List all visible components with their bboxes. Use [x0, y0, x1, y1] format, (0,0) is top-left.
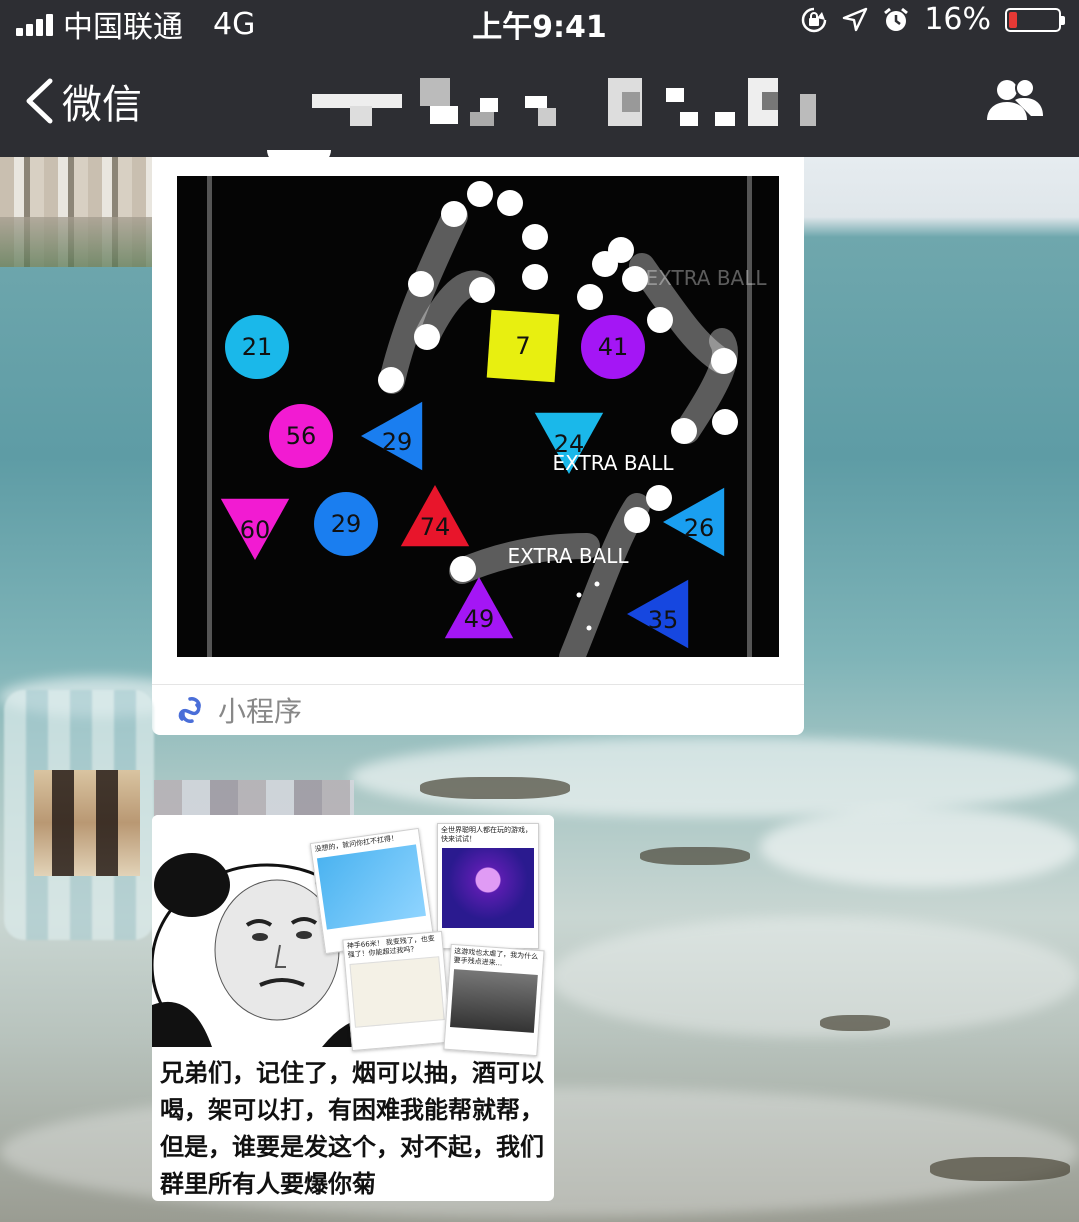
game-ball — [414, 324, 440, 350]
game-ball — [522, 264, 548, 290]
status-bar: 中国联通 4G 上午9:41 16% — [0, 0, 1079, 45]
game-ball — [378, 367, 404, 393]
alarm-icon — [884, 7, 909, 31]
back-label: 微信 — [62, 82, 142, 128]
game-ball — [712, 409, 738, 435]
mini-program-label: 小程序 — [218, 695, 303, 728]
back-button[interactable]: 微信 — [24, 72, 142, 130]
extra-ball-text: EXTRA BALL — [507, 544, 629, 568]
block-number: 29 — [382, 428, 413, 456]
game-ball — [408, 271, 434, 297]
game-ball — [577, 284, 603, 310]
meme-caption: 兄弟们，记住了，烟可以抽，酒可以喝，架可以打，有困难我能帮就帮，但是，谁要是发这… — [160, 1059, 544, 1198]
left-wall — [207, 176, 212, 657]
chevron-left-icon — [26, 78, 53, 124]
meme-illustration: 没想的，就问你扛不扛得！ 全世界聪明人都在玩的游戏，快来试试！ 神手66米！ 我… — [152, 815, 554, 1067]
game-ball — [467, 181, 493, 207]
small-dot — [586, 625, 592, 631]
block-number: 56 — [286, 422, 317, 450]
chat-title-pixelated — [310, 78, 820, 128]
game-ball — [441, 201, 467, 227]
block-number: 49 — [464, 605, 495, 633]
game-ball — [671, 418, 697, 444]
block-number: 60 — [240, 516, 271, 544]
extra-ball-text: EXTRA BALL — [552, 451, 674, 475]
game-ball — [624, 507, 650, 533]
block-number: 41 — [598, 333, 629, 361]
block-number: 7 — [515, 332, 530, 360]
ball-trail — [559, 493, 650, 657]
game-ball — [622, 266, 648, 292]
block-number: 26 — [684, 514, 715, 542]
meme-image-message[interactable]: 没想的，就问你扛不扛得！ 全世界聪明人都在玩的游戏，快来试试！ 神手66米！ 我… — [152, 815, 554, 1201]
extra-ball-text: EXTRA BALL — [645, 266, 767, 290]
chat-nav-bar: 微信 — [0, 40, 1079, 157]
game-ball — [608, 237, 634, 263]
mini-program-game-screenshot[interactable]: 21 41 56 29 7 29 24 60 74 26 49 35 EXTRA BALL EXTRA B… — [177, 176, 779, 657]
block-number: 35 — [648, 606, 679, 634]
game-ball — [646, 485, 672, 511]
game-ball — [711, 348, 737, 374]
battery-icon — [1005, 7, 1065, 32]
right-wall — [747, 176, 752, 657]
block-number: 74 — [420, 513, 451, 541]
rotation-lock-icon — [802, 7, 827, 32]
sender-name-pixelated — [154, 780, 354, 818]
location-icon — [843, 7, 868, 31]
avatar[interactable] — [34, 770, 140, 876]
mini-program-icon — [178, 697, 201, 723]
game-ball — [450, 556, 476, 582]
mini-program-footer: 小程序 — [176, 690, 302, 730]
small-dot — [594, 581, 600, 587]
group-members-icon[interactable] — [985, 76, 1045, 122]
small-dot — [576, 592, 582, 598]
block-number: 21 — [242, 333, 273, 361]
game-ball — [497, 190, 523, 216]
game-ball — [469, 277, 495, 303]
block-number: 29 — [331, 510, 362, 538]
game-ball — [522, 224, 548, 250]
card-divider — [152, 684, 804, 685]
mini-card-text: 全世界聪明人都在玩的游戏，快来试试！ — [441, 826, 532, 843]
battery-percent: 16% — [924, 2, 991, 37]
game-ball — [647, 307, 673, 333]
